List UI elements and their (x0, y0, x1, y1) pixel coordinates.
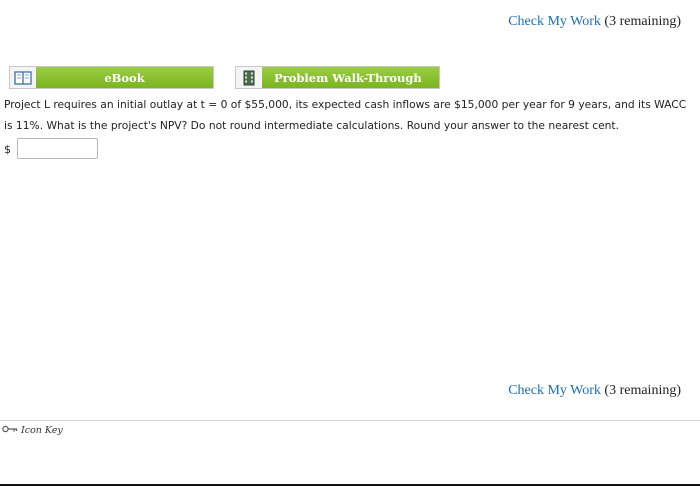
check-my-work-link-top[interactable]: Check My Work (508, 14, 601, 29)
footer-divider (0, 420, 700, 421)
npv-answer-input[interactable] (17, 138, 98, 159)
question-text: Project L requires an initial outlay at … (4, 98, 687, 132)
check-my-work-bottom: Check My Work (3 remaining) (508, 383, 681, 399)
ebook-button[interactable]: eBook (9, 66, 214, 89)
ebook-label: eBook (36, 67, 213, 88)
book-icon (10, 67, 36, 88)
problem-walkthrough-label: Problem Walk-Through (262, 67, 439, 88)
icon-key-link[interactable]: Icon Key (2, 425, 63, 436)
remaining-count-top: (3 remaining) (604, 14, 681, 29)
problem-walkthrough-button[interactable]: Problem Walk-Through (235, 66, 440, 89)
key-icon (2, 425, 18, 436)
film-icon (236, 67, 262, 88)
icon-key-label: Icon Key (21, 425, 63, 436)
remaining-count-bottom: (3 remaining) (604, 383, 681, 398)
check-my-work-link-bottom[interactable]: Check My Work (508, 383, 601, 398)
currency-symbol: $ (4, 143, 11, 156)
check-my-work-top: Check My Work (3 remaining) (508, 14, 681, 30)
